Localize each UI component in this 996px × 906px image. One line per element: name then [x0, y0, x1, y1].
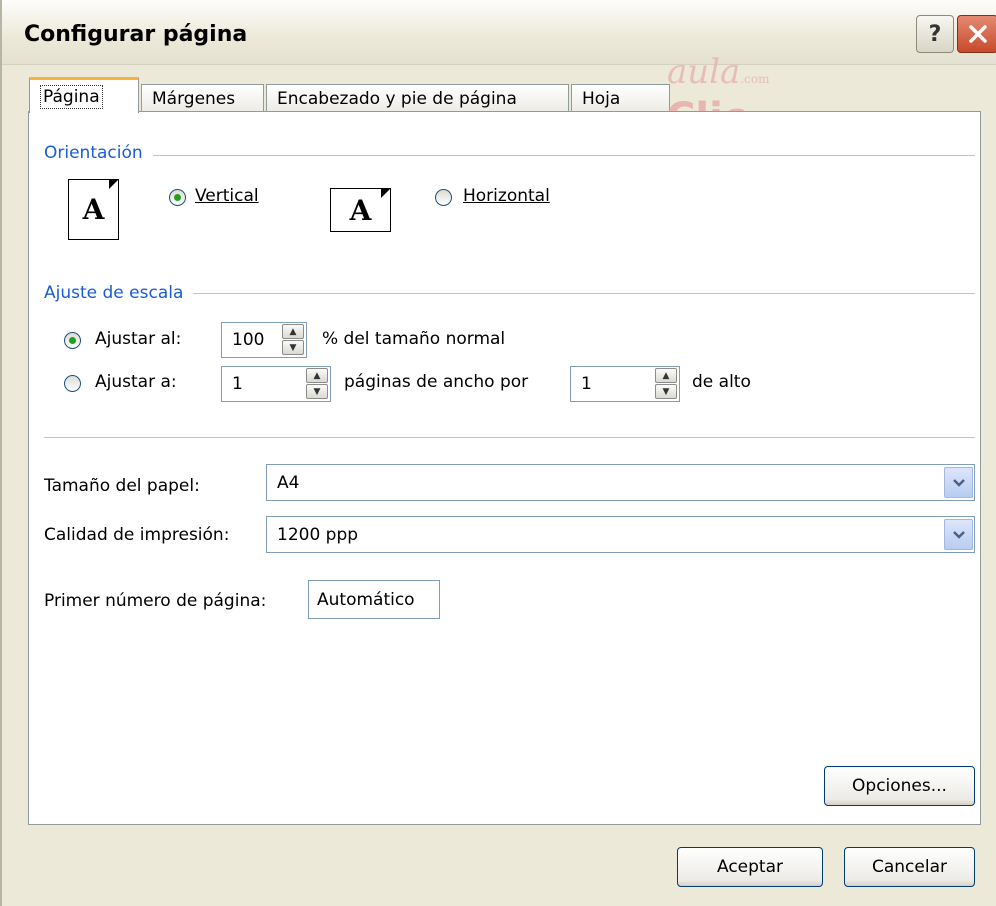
- tab-encabezado[interactable]: Encabezado y pie de página: [266, 84, 569, 112]
- spin-up-icon[interactable]: ▲: [306, 368, 328, 383]
- options-button-label: Opciones...: [852, 776, 947, 796]
- spin-down-icon[interactable]: ▼: [306, 384, 328, 399]
- tab-pagina[interactable]: Página: [29, 77, 139, 113]
- horizontal-radio[interactable]: [435, 189, 452, 206]
- portrait-page-icon: A: [68, 179, 119, 240]
- landscape-page-icon: A: [330, 188, 391, 232]
- chevron-down-icon: [952, 478, 965, 487]
- section-separator: [44, 437, 975, 439]
- aulaclic-watermark: aula.com: [667, 52, 770, 92]
- orientation-group-line: [46, 155, 975, 156]
- dialog-title: Configurar página: [24, 22, 248, 47]
- vertical-label[interactable]: Vertical: [195, 186, 259, 206]
- close-icon: [968, 25, 987, 43]
- horizontal-label[interactable]: Horizontal: [463, 186, 550, 206]
- spin-up-icon[interactable]: ▲: [282, 324, 304, 339]
- fit-to-height-suffix: de alto: [692, 372, 751, 392]
- fit-to-radio[interactable]: [64, 375, 81, 392]
- ok-button-label: Aceptar: [717, 857, 783, 877]
- spin-up-icon[interactable]: ▲: [655, 368, 677, 383]
- cancel-button[interactable]: Cancelar: [844, 847, 975, 887]
- vertical-radio[interactable]: [169, 189, 186, 206]
- first-page-number-label: Primer número de página:: [44, 591, 267, 611]
- spin-down-icon[interactable]: ▼: [655, 384, 677, 399]
- scale-percent-spinner[interactable]: ▲ ▼: [282, 324, 304, 356]
- print-quality-dropdown-button[interactable]: [944, 519, 973, 550]
- options-button[interactable]: Opciones...: [824, 766, 975, 806]
- tab-margenes[interactable]: Márgenes: [141, 84, 264, 112]
- paper-size-dropdown-button[interactable]: [944, 467, 973, 498]
- orientation-legend: Orientación: [44, 143, 153, 163]
- pages-wide-spinner[interactable]: ▲ ▼: [306, 368, 328, 400]
- print-quality-label: Calidad de impresión:: [44, 525, 230, 545]
- tab-label: Encabezado y pie de página: [277, 88, 517, 109]
- help-icon: ?: [928, 21, 942, 47]
- scaling-legend: Ajuste de escala: [44, 283, 194, 303]
- adjust-to-label[interactable]: Ajustar al:: [95, 329, 181, 349]
- print-quality-select[interactable]: 1200 ppp: [266, 516, 975, 553]
- tab-hoja[interactable]: Hoja: [571, 84, 670, 112]
- page-setup-dialog: Configurar página ? Página Márgenes Enca…: [0, 0, 996, 906]
- fit-to-label[interactable]: Ajustar a:: [95, 372, 177, 392]
- adjust-to-radio[interactable]: [64, 332, 81, 349]
- adjust-to-suffix: % del tamaño normal: [322, 329, 506, 349]
- tab-label: Hoja: [582, 88, 621, 109]
- tab-label: Página: [40, 84, 103, 109]
- first-page-number-input[interactable]: Automático: [308, 580, 440, 619]
- ok-button[interactable]: Aceptar: [677, 847, 823, 887]
- help-button[interactable]: ?: [916, 15, 954, 53]
- close-button[interactable]: [957, 15, 996, 53]
- cancel-button-label: Cancelar: [872, 857, 947, 877]
- tab-label: Márgenes: [152, 88, 236, 109]
- chevron-down-icon: [952, 530, 965, 539]
- paper-size-label: Tamaño del papel:: [44, 476, 200, 496]
- pages-tall-spinner[interactable]: ▲ ▼: [655, 368, 677, 400]
- spin-down-icon[interactable]: ▼: [282, 340, 304, 355]
- fit-to-width-suffix: páginas de ancho por: [344, 372, 529, 392]
- title-bar[interactable]: Configurar página ?: [2, 0, 996, 65]
- paper-size-select[interactable]: A4: [266, 464, 975, 501]
